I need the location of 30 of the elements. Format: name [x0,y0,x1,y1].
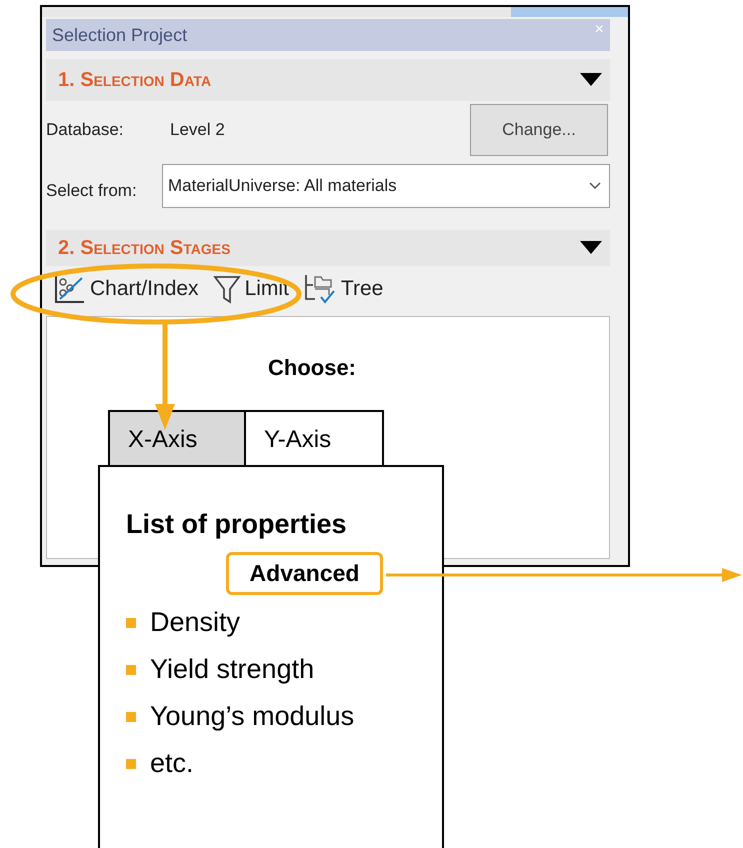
toolbar-button[interactable]: Chart/Index [54,274,199,304]
axis-tab[interactable]: Y-Axis [246,410,384,467]
select-label: Select from: [46,180,138,201]
advanced-label: Advanced [226,552,383,595]
source-dropdown[interactable]: MaterialUniverse: All materials [162,164,610,208]
chart-icon [54,274,86,304]
database-value: Level 2 [170,120,225,140]
funnel-icon [212,274,241,304]
database-label: Database: [46,120,124,140]
callout-title: List of properties [126,509,348,540]
bullet-icon [126,712,136,722]
chevron-down-icon [589,182,601,190]
toolbar-button[interactable]: Limit [212,274,289,304]
section-title: 2. Selection Stages [58,236,230,260]
property-item: Yield strength [150,654,314,685]
window-title: Selection Project [52,24,188,46]
bullet-icon [126,758,136,768]
choose-heading: Choose: [268,355,356,381]
toolbar-button[interactable]: Tree [302,273,384,305]
property-item: etc. [150,748,194,779]
property-item: Density [150,607,240,638]
change-button[interactable]: Change... [470,104,608,156]
bullet-icon [126,618,136,628]
bullet-icon [126,664,136,674]
collapse-triangle-icon[interactable] [580,241,602,255]
property-item: Young’s modulus [150,701,354,732]
tree-icon [302,273,337,305]
collapse-triangle-icon[interactable] [580,73,602,87]
section-title: 1. Selection Data [58,68,212,92]
axis-tab[interactable]: X-Axis [108,410,246,467]
